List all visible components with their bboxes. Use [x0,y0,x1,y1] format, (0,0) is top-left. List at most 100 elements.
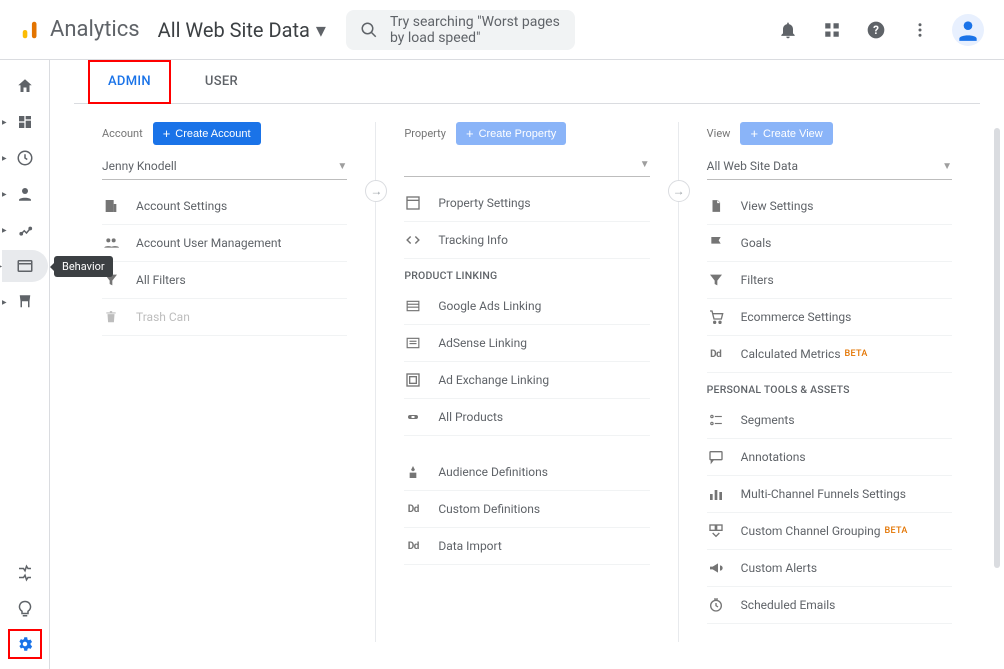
account-column: Account +Create Account Jenny Knodell▼ →… [74,122,375,642]
chevron-down-icon: ▼ [942,161,952,172]
exchange-icon [404,371,422,389]
admin-columns: Account +Create Account Jenny Knodell▼ →… [74,122,980,642]
more-icon[interactable] [908,18,932,42]
ad-exchange-linking[interactable]: Ad Exchange Linking [404,362,649,399]
dd-icon: Dd [404,500,422,518]
ads-icon [404,297,422,315]
plus-icon: + [466,127,474,140]
property-settings[interactable]: Property Settings [404,185,649,222]
account-settings[interactable]: Account Settings [102,188,347,225]
nav-acquisition[interactable]: ▶ [0,214,49,246]
view-selector[interactable]: All Web Site Data ▾ [158,18,326,42]
search-placeholder: Try searching "Worst pages by load speed… [390,14,561,46]
view-selector-dropdown[interactable]: All Web Site Data▼ [707,155,952,180]
clock-icon [707,596,725,614]
nav-admin[interactable] [16,635,34,653]
nav-conversions[interactable]: ▶ [0,286,49,318]
audience-icon [404,463,422,481]
create-account-button[interactable]: +Create Account [153,122,261,145]
tracking-info[interactable]: Tracking Info [404,222,649,259]
view-label: View [707,127,731,140]
custom-definitions[interactable]: DdCustom Definitions [404,491,649,528]
custom-channel-grouping[interactable]: Custom Channel GroupingBETA [707,513,952,550]
chevron-down-icon: ▼ [337,161,347,172]
settings-box-icon [404,194,422,212]
property-selector[interactable]: ▼ [404,155,649,177]
all-products[interactable]: All Products [404,399,649,436]
analytics-logo-icon [20,19,42,41]
chevron-down-icon: ▼ [640,159,650,170]
side-nav: ▶ ▶ ▶ ▶ ▶ ▶ [0,60,50,669]
trash-can[interactable]: Trash Can [102,299,347,336]
audience-definitions[interactable]: Audience Definitions [404,454,649,491]
cart-icon [707,308,725,326]
grouping-icon [707,522,725,540]
view-selector-label: All Web Site Data [158,18,310,42]
google-ads-linking[interactable]: Google Ads Linking [404,288,649,325]
view-settings[interactable]: View Settings [707,188,952,225]
nav-tooltip: Behavior [54,256,113,277]
account-user-management[interactable]: Account User Management [102,225,347,262]
link-icon [404,408,422,426]
product-name: Analytics [50,17,140,42]
nav-discover[interactable] [0,593,49,625]
collapse-arrow-icon[interactable]: → [668,180,690,202]
product-linking-label: PRODUCT LINKING [404,259,649,288]
nav-behavior[interactable]: ▶ [2,250,48,282]
code-icon [404,231,422,249]
create-view-button[interactable]: +Create View [740,122,832,145]
flag-icon [707,234,725,252]
account-label: Account [102,127,143,140]
chart-icon [707,485,725,503]
nav-customization[interactable]: ▶ [0,106,49,138]
adsense-icon [404,334,422,352]
personal-tools-label: PERSONAL TOOLS & ASSETS [707,373,952,402]
tab-user[interactable]: USER [201,60,242,103]
main-content: ADMIN USER Account +Create Account Jenny… [50,60,1004,669]
filter-icon [707,271,725,289]
ecommerce-settings[interactable]: Ecommerce Settings [707,299,952,336]
adsense-linking[interactable]: AdSense Linking [404,325,649,362]
property-label: Property [404,127,446,140]
multi-channel-funnels[interactable]: Multi-Channel Funnels Settings [707,476,952,513]
user-avatar[interactable] [952,14,984,46]
megaphone-icon [707,559,725,577]
view-filters[interactable]: Filters [707,262,952,299]
property-column: Property +Create Property ▼ → Property S… [375,122,677,642]
users-icon [102,234,120,252]
help-icon[interactable]: ? [864,18,888,42]
account-selector[interactable]: Jenny Knodell▼ [102,155,347,180]
plus-icon: + [750,127,758,140]
dd-icon: Dd [404,537,422,555]
plus-icon: + [163,127,171,140]
segments[interactable]: Segments [707,402,952,439]
custom-alerts[interactable]: Custom Alerts [707,550,952,587]
all-filters[interactable]: All Filters [102,262,347,299]
data-import[interactable]: DdData Import [404,528,649,565]
scheduled-emails[interactable]: Scheduled Emails [707,587,952,624]
nav-home[interactable] [0,70,49,102]
view-column: View +Create View All Web Site Data▼ Vie… [678,122,980,642]
app-header: Analytics All Web Site Data ▾ Try search… [0,0,1004,60]
admin-tabs: ADMIN USER [74,60,980,104]
tab-admin[interactable]: ADMIN [88,60,171,104]
apps-icon[interactable] [820,18,844,42]
product-logo[interactable]: Analytics [20,17,140,42]
search-icon [360,21,378,39]
nav-realtime[interactable]: ▶ [0,142,49,174]
header-actions: ? [776,14,984,46]
notifications-icon[interactable] [776,18,800,42]
annotations[interactable]: Annotations [707,439,952,476]
svg-text:?: ? [873,23,879,37]
nav-attribution[interactable] [0,557,49,589]
nav-admin-highlighted [8,629,42,659]
goals[interactable]: Goals [707,225,952,262]
search-input[interactable]: Try searching "Worst pages by load speed… [346,10,575,50]
scrollbar[interactable] [994,128,1000,568]
create-property-button[interactable]: +Create Property [456,122,566,145]
nav-audience[interactable]: ▶ [0,178,49,210]
page-icon [707,197,725,215]
dd-icon: Dd [707,345,725,363]
calculated-metrics[interactable]: DdCalculated MetricsBETA [707,336,952,373]
trash-icon [102,308,120,326]
